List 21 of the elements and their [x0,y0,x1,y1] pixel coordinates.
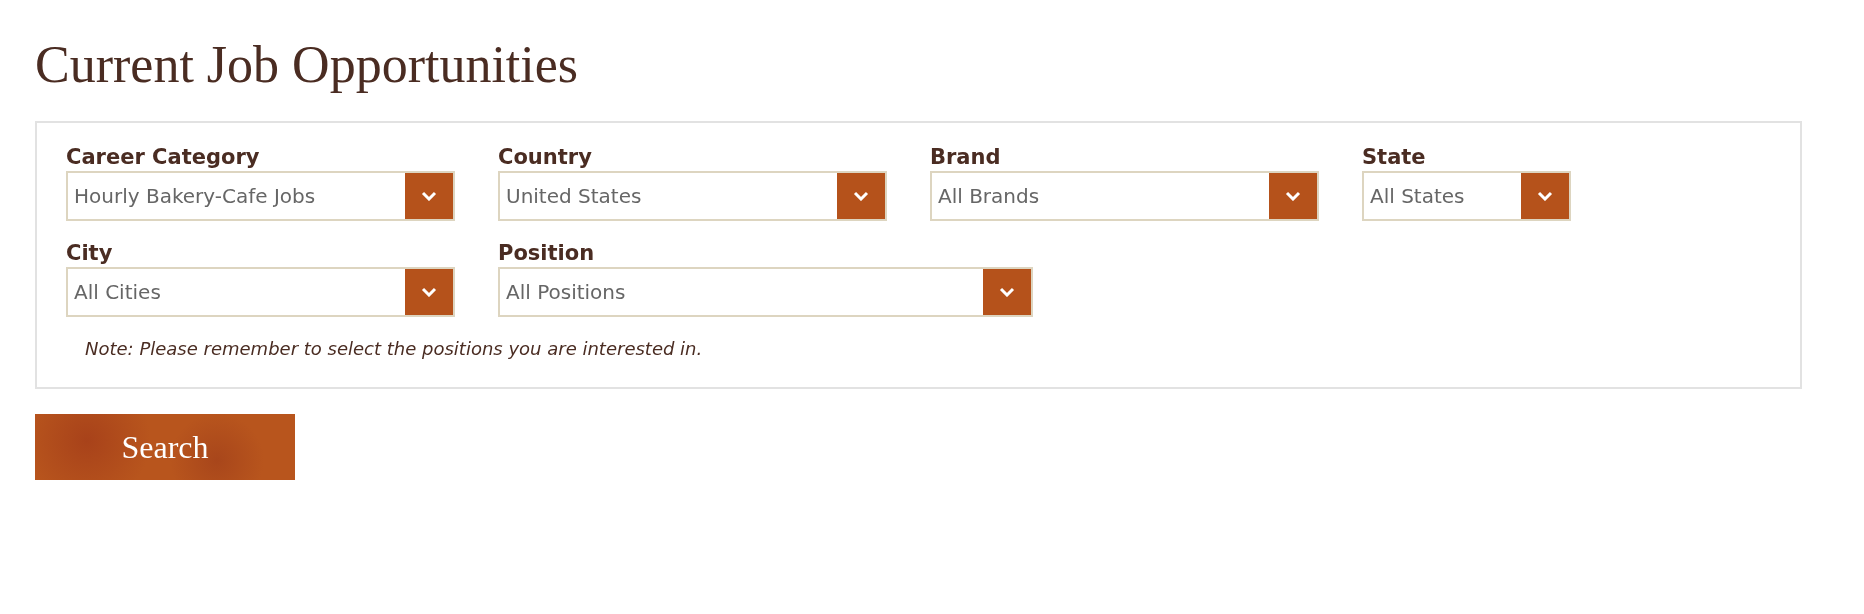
page-title: Current Job Opportunities [35,36,580,94]
field-label: State [1362,144,1427,172]
dropdown[interactable]: United States [498,171,887,222]
chevron-down-icon [421,287,437,298]
dropdown[interactable]: All Brands [930,171,1319,222]
chevron-down-icon [1285,191,1301,202]
field-label: Career Category [66,144,261,172]
chevron-down-icon [421,191,437,202]
field-label: Brand [930,144,1002,172]
field-label: Country [498,144,593,172]
chevron-down-icon [999,287,1015,298]
dropdown[interactable]: All Positions [498,267,1033,318]
field-label: Position [498,240,596,268]
chevron-down-icon [1537,191,1553,202]
dropdown[interactable]: All States [1362,171,1571,222]
search-button[interactable]: Search [35,414,295,481]
dropdown[interactable]: All Cities [66,267,455,318]
dropdown[interactable]: Hourly Bakery-Cafe Jobs [66,171,455,222]
note-text: Note: Please remember to select the positions you are interested in. [85,337,704,362]
chevron-down-icon [853,191,869,202]
field-label: City [66,240,114,268]
